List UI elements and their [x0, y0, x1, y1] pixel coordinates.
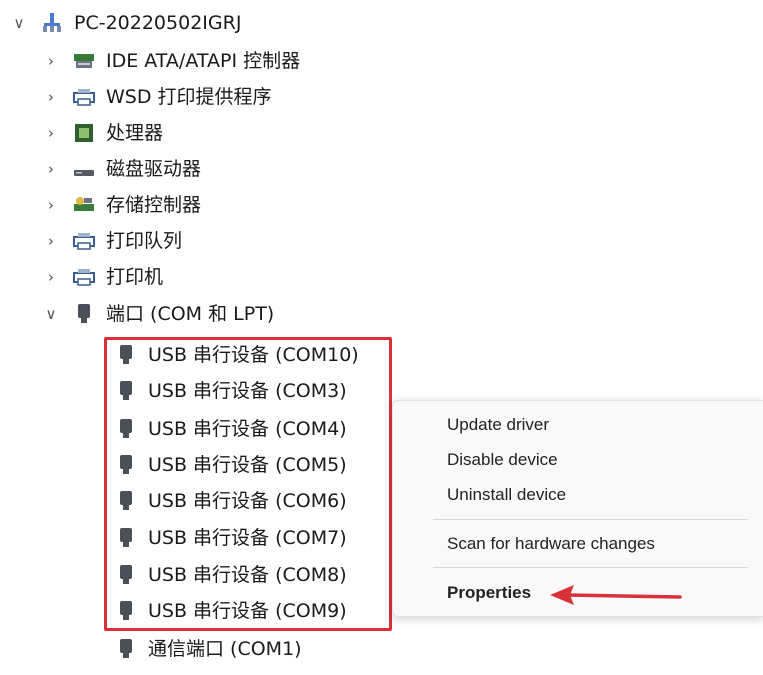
category-storage-controllers[interactable]: › 存储控制器	[42, 188, 201, 222]
tree-root-label: PC-20220502IGRJ	[74, 12, 242, 34]
menu-item-scan-hardware[interactable]: Scan for hardware changes	[447, 532, 655, 556]
disk-drive-icon	[72, 157, 96, 181]
chevron-right-icon[interactable]: ›	[42, 232, 60, 250]
category-label: 打印机	[106, 266, 164, 288]
processor-icon	[72, 121, 96, 145]
category-disk-drives[interactable]: › 磁盘驱动器	[42, 152, 201, 186]
chevron-right-icon[interactable]: ›	[42, 52, 60, 70]
menu-item-disable-device[interactable]: Disable device	[447, 448, 558, 472]
category-label: 打印队列	[106, 230, 183, 252]
menu-separator	[433, 519, 748, 520]
chevron-down-icon[interactable]: ∨	[10, 14, 28, 32]
computer-icon	[40, 11, 64, 35]
menu-separator	[433, 567, 748, 568]
menu-item-properties[interactable]: Properties	[447, 581, 531, 605]
menu-item-update-driver[interactable]: Update driver	[447, 413, 549, 437]
tree-root[interactable]: ∨ PC-20220502IGRJ	[10, 6, 242, 40]
annotation-arrow-icon	[550, 585, 682, 605]
category-label: 端口 (COM 和 LPT)	[106, 303, 275, 325]
printer-icon	[72, 229, 96, 253]
port-label: 通信端口 (COM1)	[148, 638, 302, 660]
category-ide[interactable]: › IDE ATA/ATAPI 控制器	[42, 44, 300, 78]
printer-icon	[72, 265, 96, 289]
printer-icon	[72, 85, 96, 109]
menu-item-uninstall-device[interactable]: Uninstall device	[447, 483, 566, 507]
chevron-right-icon[interactable]: ›	[42, 88, 60, 106]
selection-highlight-box	[104, 337, 392, 631]
category-wsd-print[interactable]: › WSD 打印提供程序	[42, 80, 272, 114]
category-label: 磁盘驱动器	[106, 158, 202, 180]
port-icon	[114, 637, 138, 661]
category-ports[interactable]: ∨ 端口 (COM 和 LPT)	[42, 297, 275, 331]
category-processor[interactable]: › 处理器	[42, 116, 163, 150]
category-label: 处理器	[106, 122, 164, 144]
ide-controller-icon	[72, 49, 96, 73]
chevron-right-icon[interactable]: ›	[42, 268, 60, 286]
chevron-right-icon[interactable]: ›	[42, 160, 60, 178]
chevron-down-icon[interactable]: ∨	[42, 305, 60, 323]
storage-controller-icon	[72, 193, 96, 217]
port-item-com1[interactable]: 通信端口 (COM1)	[114, 632, 302, 666]
chevron-right-icon[interactable]: ›	[42, 124, 60, 142]
category-label: 存储控制器	[106, 194, 202, 216]
port-icon	[72, 302, 96, 326]
chevron-right-icon[interactable]: ›	[42, 196, 60, 214]
category-label: IDE ATA/ATAPI 控制器	[106, 50, 301, 72]
category-printers[interactable]: › 打印机	[42, 260, 163, 294]
category-print-queues[interactable]: › 打印队列	[42, 224, 182, 258]
category-label: WSD 打印提供程序	[106, 86, 272, 108]
